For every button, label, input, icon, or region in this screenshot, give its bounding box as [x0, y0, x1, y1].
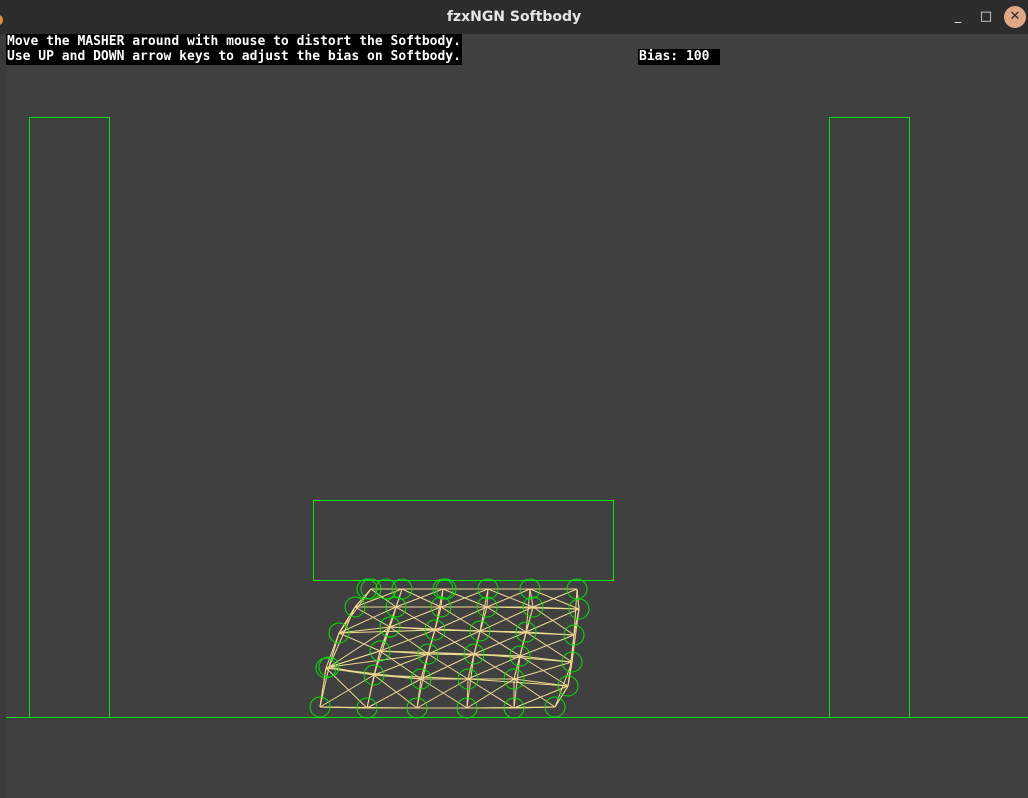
masher-box[interactable] [313, 500, 614, 581]
spring-vertical [366, 674, 375, 709]
spring-diagonal [354, 606, 391, 628]
spring-vertical [529, 588, 534, 608]
instruction-bias: Use UP and DOWN arrow keys to adjust the… [6, 49, 462, 65]
left-pillar [29, 117, 110, 718]
spring-diagonal [529, 588, 580, 610]
spring-bend [467, 678, 569, 687]
right-pillar [829, 117, 910, 718]
physics-scene[interactable] [0, 34, 1028, 798]
spring-bend [338, 588, 372, 634]
instruction-masher: Move the MASHER around with mouse to dis… [6, 34, 462, 50]
spring-diagonal [513, 661, 573, 680]
spring-diagonal [467, 655, 521, 680]
spring-diagonal [427, 630, 481, 655]
minimize-icon[interactable]: _ [948, 7, 968, 27]
title-bar: fzxNGN Softbody _ □ ✕ [0, 0, 1028, 35]
spring-diagonal [325, 667, 368, 709]
spring-diagonal [473, 631, 527, 655]
spring-diagonal [395, 606, 436, 631]
window-title: fzxNGN Softbody [446, 9, 582, 25]
spring-diagonal [338, 632, 381, 652]
spring-diagonal [532, 606, 575, 636]
bias-value: 100 [685, 49, 710, 64]
bias-readout: Bias: 100 [638, 49, 720, 65]
spring-diagonal [479, 606, 534, 632]
spring-diagonal [434, 606, 488, 631]
spring-diagonal [366, 678, 422, 709]
maximize-icon[interactable]: □ [976, 7, 996, 27]
simulation-canvas[interactable]: Move the MASHER around with mouse to dis… [0, 34, 1028, 798]
spring-diagonal [525, 608, 580, 633]
spring-diagonal [319, 674, 375, 708]
softbody-edge [319, 667, 327, 708]
spring-diagonal [473, 653, 515, 680]
close-icon[interactable]: ✕ [1004, 6, 1026, 28]
bias-label: Bias: [639, 49, 679, 64]
spring-diagonal [420, 653, 475, 680]
spring-diagonal [519, 634, 575, 657]
spring-diagonal [513, 685, 569, 709]
